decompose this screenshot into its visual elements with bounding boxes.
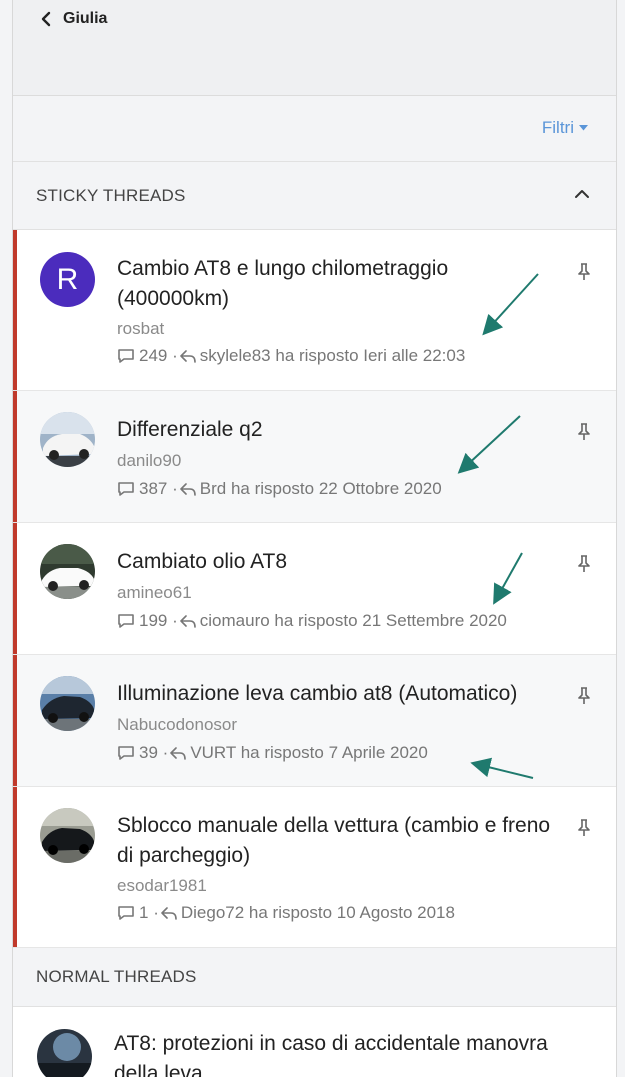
comment-icon: [118, 482, 134, 496]
thread-title[interactable]: Sblocco manuale della vettura (cambio e …: [117, 811, 557, 871]
meta-separator: ·: [148, 903, 159, 922]
thread-item[interactable]: AT8: protezioni in caso di accidentale m…: [13, 1007, 616, 1077]
forum-frame: Giulia Filtri STICKY THREADS R Cambio AT…: [12, 0, 617, 1077]
normal-threads-header: NORMAL THREADS: [13, 948, 616, 1007]
pin-icon: [578, 423, 590, 440]
thread-title[interactable]: AT8: protezioni in caso di accidentale m…: [114, 1029, 594, 1077]
comment-icon: [118, 746, 134, 760]
reply-icon: [161, 906, 177, 920]
avatar[interactable]: [40, 544, 95, 599]
reply-count: 249: [139, 346, 168, 365]
normal-threads-title: NORMAL THREADS: [36, 967, 197, 986]
thread-author[interactable]: esodar1981: [117, 876, 207, 896]
filters-dropdown[interactable]: Filtri: [542, 118, 588, 138]
thread-meta: 199 · ciomauro ha risposto 21 Settembre …: [117, 611, 507, 631]
thread-title[interactable]: Illuminazione leva cambio at8 (Automatic…: [117, 679, 557, 709]
car-photo-icon: [40, 412, 95, 467]
thread-item[interactable]: Illuminazione leva cambio at8 (Automatic…: [13, 655, 616, 787]
reply-icon: [179, 482, 196, 496]
pin-icon: [578, 555, 590, 572]
reply-icon: [179, 614, 196, 628]
reply-count: 39: [139, 743, 158, 762]
thread-author[interactable]: amineo61: [117, 583, 192, 603]
thread-author[interactable]: Nabucodonosor: [117, 715, 237, 735]
thread-author[interactable]: danilo90: [117, 451, 181, 471]
thread-item[interactable]: Cambiato olio AT8 amineo61 199 · ciomaur…: [13, 523, 616, 655]
reply-count: 1: [139, 903, 149, 922]
reply-icon: [170, 746, 187, 760]
avatar[interactable]: [40, 412, 95, 467]
car-photo-icon: [40, 676, 95, 731]
reply-count: 387: [139, 479, 168, 498]
thread-item[interactable]: Differenziale q2 danilo90 387 · Brd ha r…: [13, 391, 616, 523]
thread-meta: 39 · VURT ha risposto 7 Aprile 2020: [117, 743, 428, 763]
last-reply[interactable]: VURT ha risposto 7 Aprile 2020: [190, 743, 428, 763]
last-reply[interactable]: Brd ha risposto 22 Ottobre 2020: [200, 479, 442, 499]
last-reply[interactable]: skylele83 ha risposto Ieri alle 22:03: [200, 346, 466, 366]
avatar[interactable]: [37, 1029, 92, 1077]
chevron-left-icon: [41, 11, 51, 27]
reply-count: 199: [139, 611, 168, 630]
last-reply[interactable]: ciomauro ha risposto 21 Settembre 2020: [200, 611, 507, 631]
car-photo-icon: [40, 808, 95, 863]
pin-icon: [578, 263, 590, 280]
pin-icon: [578, 687, 590, 704]
reply-icon: [179, 349, 196, 363]
avatar[interactable]: [40, 676, 95, 731]
filter-bar: Filtri: [13, 96, 616, 162]
top-bar: Giulia: [13, 0, 616, 96]
last-reply[interactable]: Diego72 ha risposto 10 Agosto 2018: [181, 903, 455, 923]
thread-title[interactable]: Cambiato olio AT8: [117, 547, 557, 577]
thread-author[interactable]: rosbat: [117, 319, 164, 339]
meta-separator: ·: [157, 743, 169, 762]
thread-title[interactable]: Differenziale q2: [117, 415, 557, 445]
thread-meta: 1 · Diego72 ha risposto 10 Agosto 2018: [117, 903, 455, 923]
meta-separator: ·: [167, 346, 178, 365]
car-photo-icon: [40, 544, 95, 599]
sticky-threads-title: STICKY THREADS: [36, 186, 186, 205]
avatar[interactable]: R: [40, 252, 95, 307]
chevron-up-icon[interactable]: [574, 188, 590, 200]
thread-item[interactable]: Sblocco manuale della vettura (cambio e …: [13, 787, 616, 948]
back-label: Giulia: [63, 10, 108, 27]
comment-icon: [118, 349, 134, 363]
thread-title[interactable]: Cambio AT8 e lungo chilometraggio (40000…: [117, 254, 557, 314]
thread-item[interactable]: R Cambio AT8 e lungo chilometraggio (400…: [13, 230, 616, 391]
sticky-threads-header: STICKY THREADS: [13, 162, 616, 230]
meta-separator: ·: [167, 479, 178, 498]
thread-meta: 249 · skylele83 ha risposto Ieri alle 22…: [117, 346, 465, 366]
car-photo-icon: [37, 1029, 92, 1077]
thread-meta: 387 · Brd ha risposto 22 Ottobre 2020: [117, 479, 442, 499]
comment-icon: [118, 614, 134, 628]
pin-icon: [578, 819, 590, 836]
comment-icon: [118, 906, 134, 920]
back-button[interactable]: Giulia: [39, 8, 107, 30]
filters-label: Filtri: [541, 118, 574, 137]
avatar[interactable]: [40, 808, 95, 863]
caret-down-icon: [579, 125, 588, 131]
meta-separator: ·: [167, 611, 178, 630]
